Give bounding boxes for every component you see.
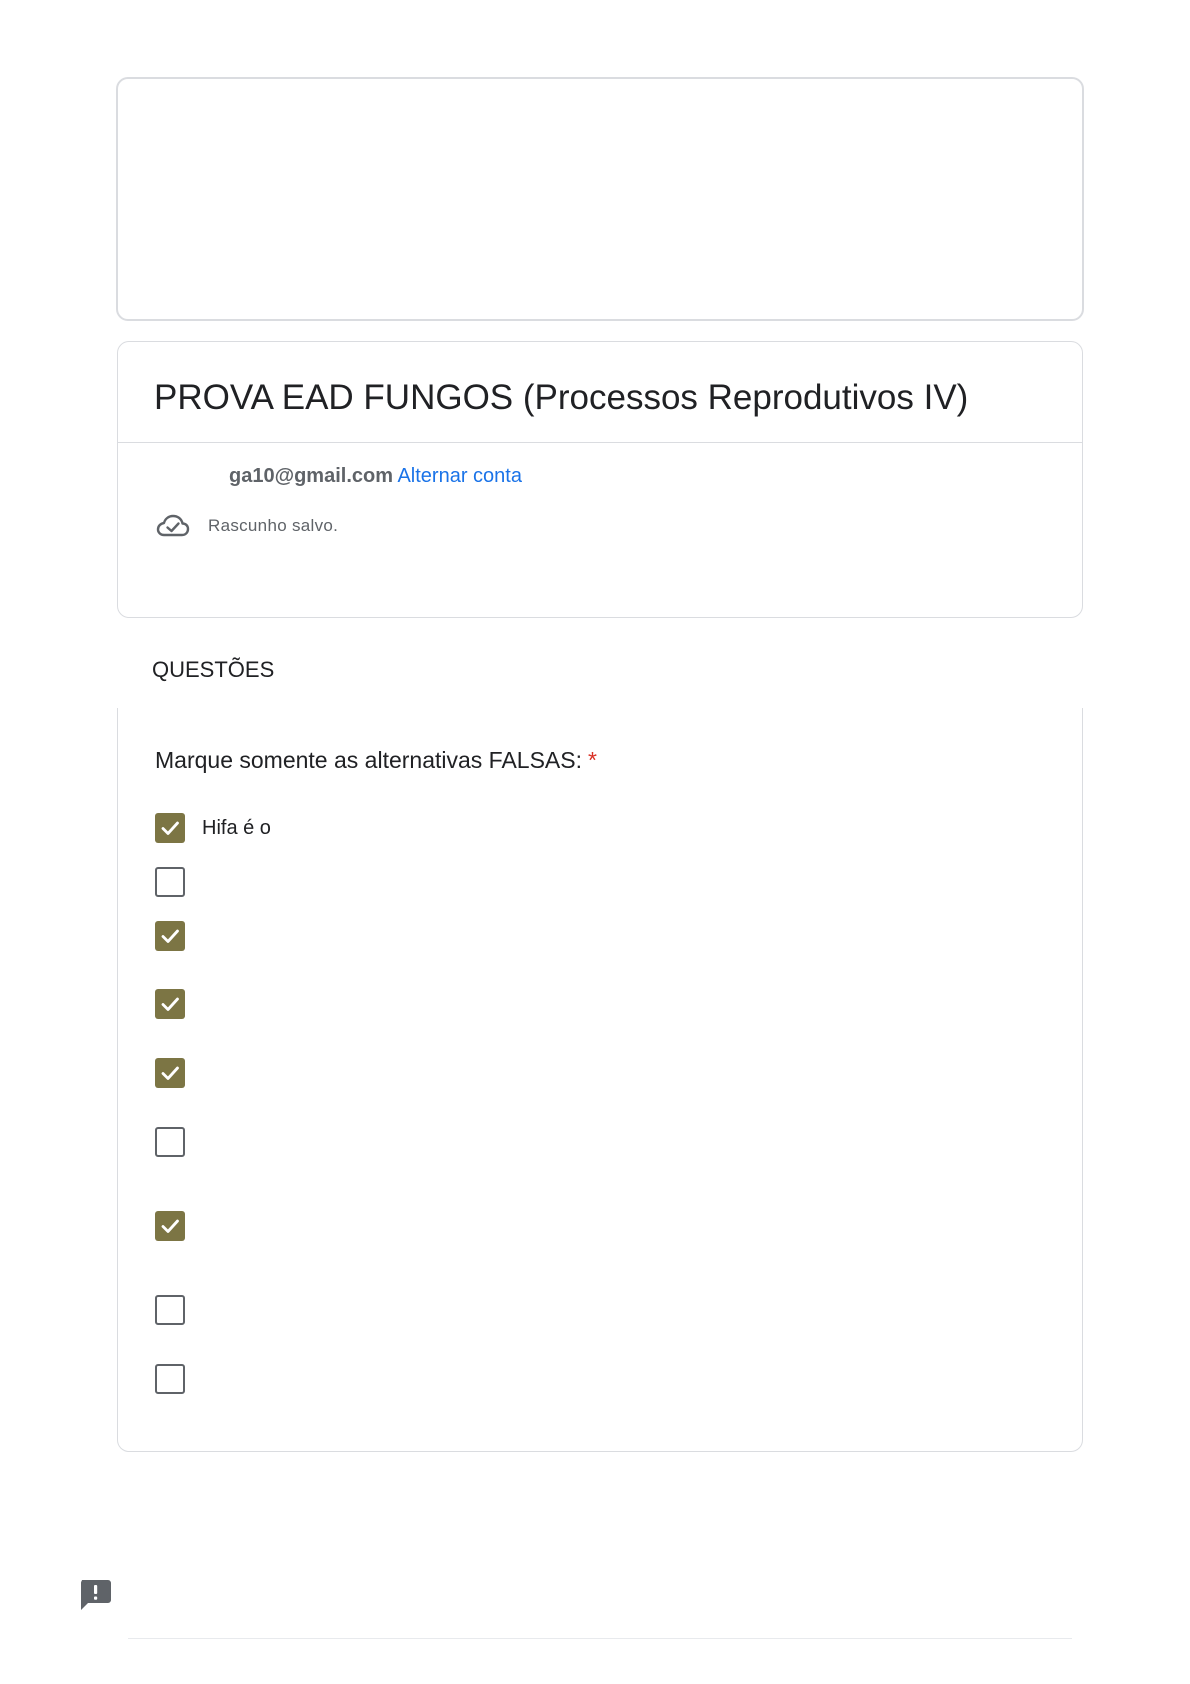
question-text: Marque somente as alternativas FALSAS:	[155, 747, 582, 773]
save-status-text: Rascunho salvo.	[208, 516, 339, 535]
option-checkbox[interactable]	[155, 1127, 185, 1157]
cloud-done-icon	[156, 513, 190, 539]
option-7[interactable]	[155, 1210, 202, 1242]
option-6[interactable]	[155, 1126, 202, 1158]
question-title: Marque somente as alternativas FALSAS: *	[155, 744, 597, 776]
account-email: ga10@gmail.com	[229, 465, 394, 487]
option-8[interactable]	[155, 1294, 202, 1326]
checkmark-icon	[161, 821, 179, 835]
report-problem-icon[interactable]	[77, 1576, 113, 1612]
header-banner	[116, 77, 1084, 321]
title-divider	[118, 442, 1082, 443]
option-checkbox[interactable]	[155, 989, 185, 1019]
option-checkbox[interactable]	[155, 921, 185, 951]
option-checkbox[interactable]	[155, 1211, 185, 1241]
checkmark-icon	[161, 929, 179, 943]
question-card: Marque somente as alternativas FALSAS: * …	[117, 708, 1083, 1452]
option-checkbox[interactable]	[155, 813, 185, 843]
form-title: PROVA EAD FUNGOS (Processos Reprodutivos…	[154, 378, 969, 417]
option-checkbox[interactable]	[155, 1364, 185, 1394]
checkmark-icon	[161, 1066, 179, 1080]
checkmark-icon	[161, 1219, 179, 1233]
checkmark-icon	[161, 997, 179, 1011]
required-marker: *	[588, 747, 597, 773]
option-9[interactable]	[155, 1363, 202, 1395]
option-4[interactable]	[155, 988, 202, 1020]
footer-divider	[128, 1638, 1072, 1639]
option-checkbox[interactable]	[155, 867, 185, 897]
section-title: QUESTÕES	[152, 657, 275, 682]
switch-account-link[interactable]: Alternar conta	[397, 465, 522, 487]
option-checkbox[interactable]	[155, 1058, 185, 1088]
form-title-card: PROVA EAD FUNGOS (Processos Reprodutivos…	[117, 341, 1083, 618]
option-label: Hifa é o	[202, 816, 271, 839]
account-info: ga10@gmail.com Alternar conta	[229, 462, 522, 490]
option-checkbox[interactable]	[155, 1295, 185, 1325]
option-1[interactable]: Hifa é o	[155, 812, 271, 844]
save-status: Rascunho salvo.	[156, 510, 338, 542]
option-2[interactable]	[155, 866, 202, 898]
option-5[interactable]	[155, 1057, 202, 1089]
option-3[interactable]	[155, 920, 202, 952]
